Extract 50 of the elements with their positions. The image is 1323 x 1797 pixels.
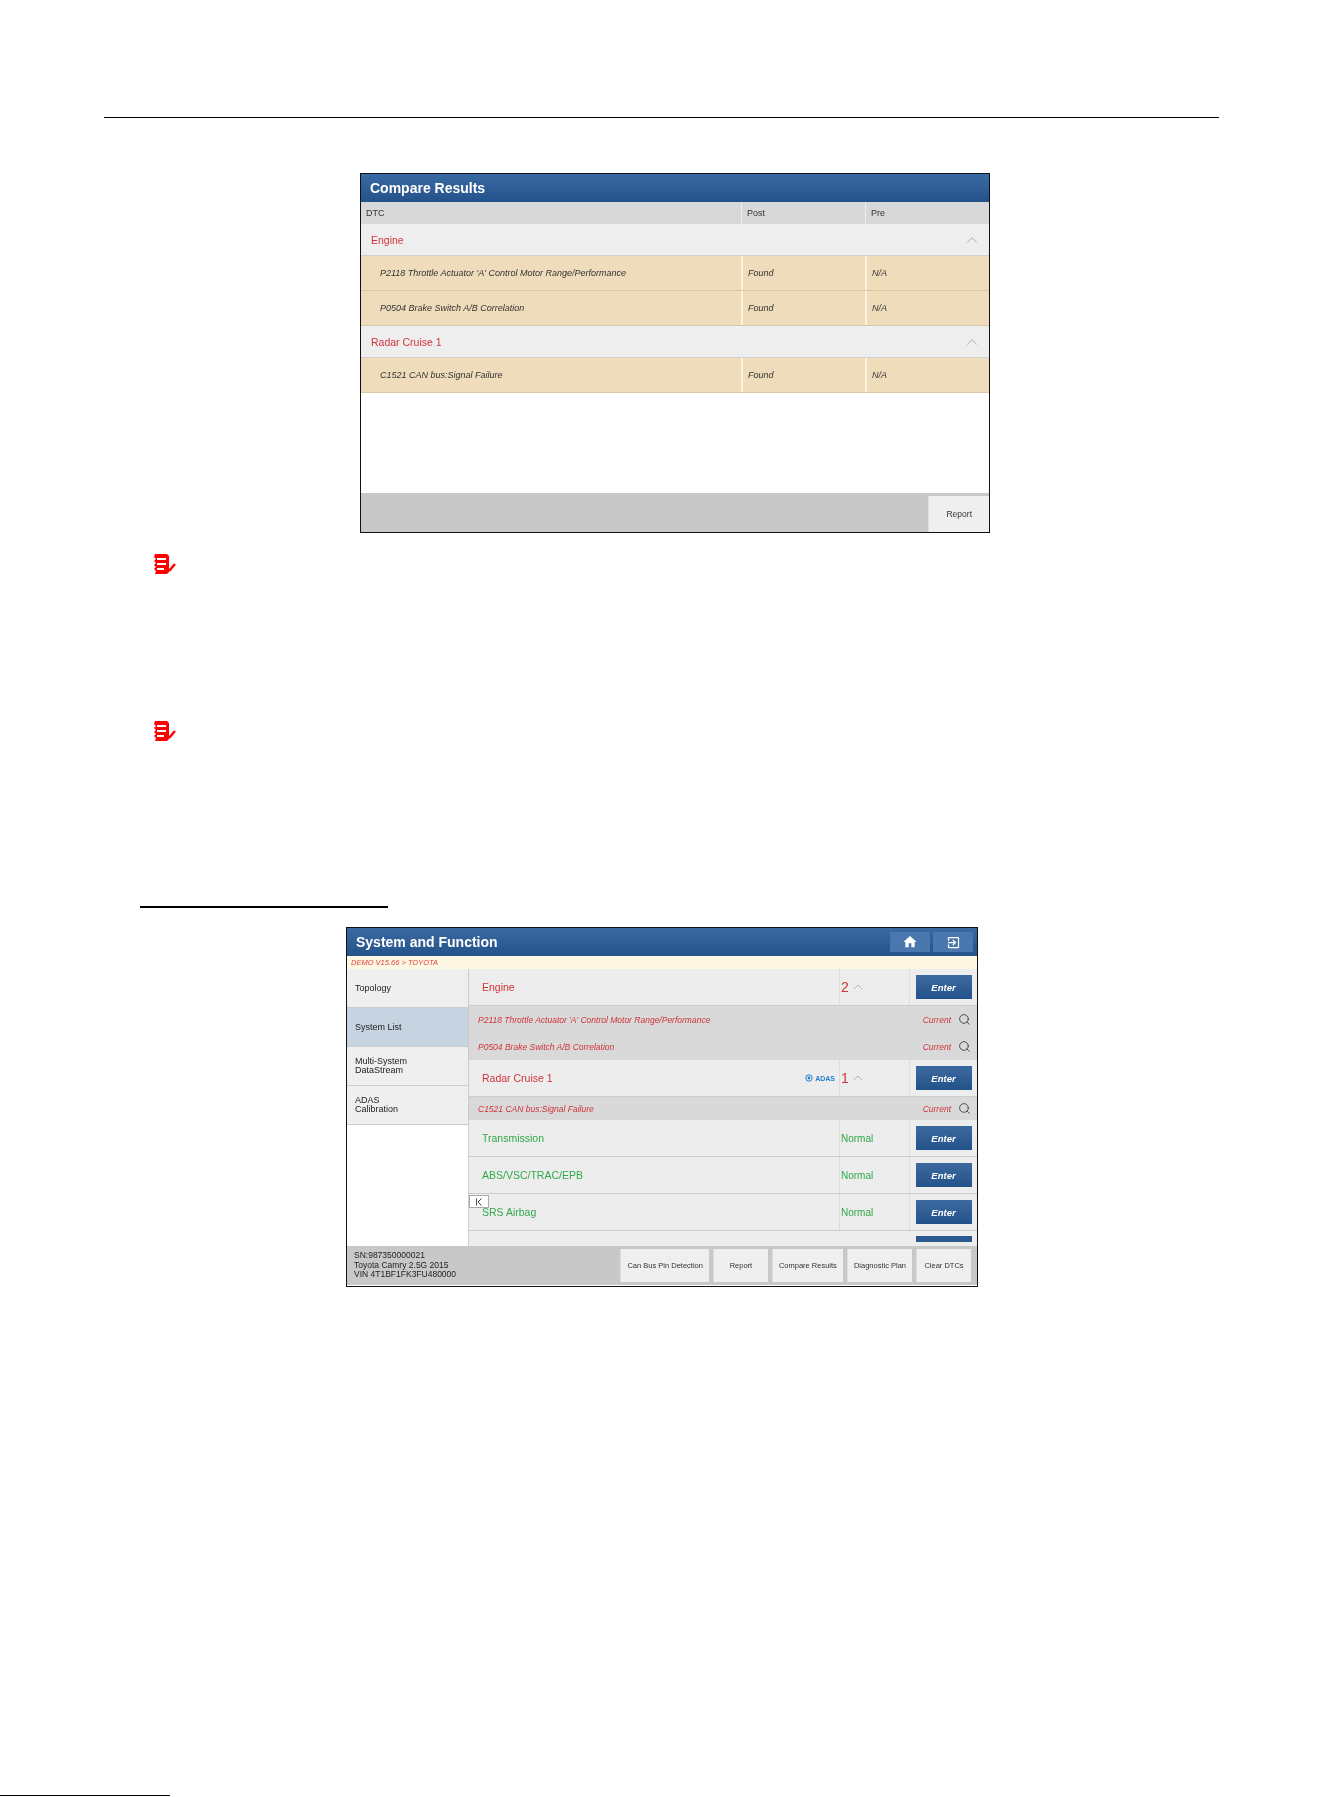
system-name: Radar Cruise 1 [481,1072,553,1084]
table-cell-text: P2118 Throttle Actuator 'A' Control Motor Range/Performance [379,267,628,280]
search-icon[interactable] [958,1040,971,1053]
fault-count: 2 [841,979,849,995]
group-name: Engine [371,233,404,246]
home-icon [902,934,918,950]
window-title: Compare Results [370,180,486,196]
note-icon [153,720,177,742]
dtc-status: Current [922,1014,951,1025]
enter-button[interactable]: Enter [915,975,972,999]
dtc-text: C1521 CAN bus:Signal Failure [478,1103,594,1114]
enter-button[interactable]: Enter [915,1126,972,1150]
group-row[interactable]: Engine [361,224,989,256]
group-row[interactable]: Radar Cruise 1 [361,326,989,358]
dtc-text: P0504 Brake Switch A/B Correlation [478,1041,615,1052]
search-icon[interactable] [958,1102,971,1115]
system-name: ABS/VSC/TRAC/EPB [481,1169,583,1181]
sidebar-item[interactable]: ADAS Calibration [347,1086,468,1125]
enter-button[interactable]: Enter [915,1163,972,1187]
collapse-sidebar-button[interactable] [469,1195,489,1208]
system-status: Normal [841,1169,874,1181]
search-icon[interactable] [958,1013,971,1026]
note-icon [153,553,177,575]
table-cell-text: C1521 CAN bus:Signal Failure [379,369,504,382]
enter-button[interactable]: Enter [915,1200,972,1224]
dtc-status: Current [922,1103,951,1114]
dtc-status: Current [922,1041,951,1052]
column-header: DTC [365,207,386,220]
sidebar-item[interactable]: System List [347,1008,468,1047]
vehicle-info: Toyota Camry 2.5G 2015 [354,1260,450,1271]
window-title: System and Function [356,934,498,950]
collapse-icon [475,1197,483,1206]
system-name: Transmission [481,1132,545,1144]
system-status: Normal [841,1206,874,1218]
table-cell-text: P0504 Brake Switch A/B Correlation [379,302,526,315]
vehicle-info: SN:987350000021 [354,1251,426,1261]
group-name: Radar Cruise 1 [371,335,442,348]
exit-icon [945,934,961,950]
home-button[interactable] [890,932,930,952]
report-button[interactable]: Report [928,496,989,532]
sidebar-item[interactable]: Topology [347,969,468,1008]
dtc-text: P2118 Throttle Actuator 'A' Control Motor Range/Performance [478,1014,711,1025]
exit-button[interactable] [933,932,973,952]
sidebar-item[interactable]: Multi-System DataStream [347,1047,468,1086]
enter-button[interactable]: Enter [915,1066,972,1090]
fault-count: 1 [841,1070,849,1086]
system-name: Engine [481,981,515,993]
system-status: Normal [841,1132,874,1144]
vehicle-info: VIN 4T1BF1FK3FU480000 [354,1270,457,1280]
system-name: SRS Airbag [481,1206,537,1218]
